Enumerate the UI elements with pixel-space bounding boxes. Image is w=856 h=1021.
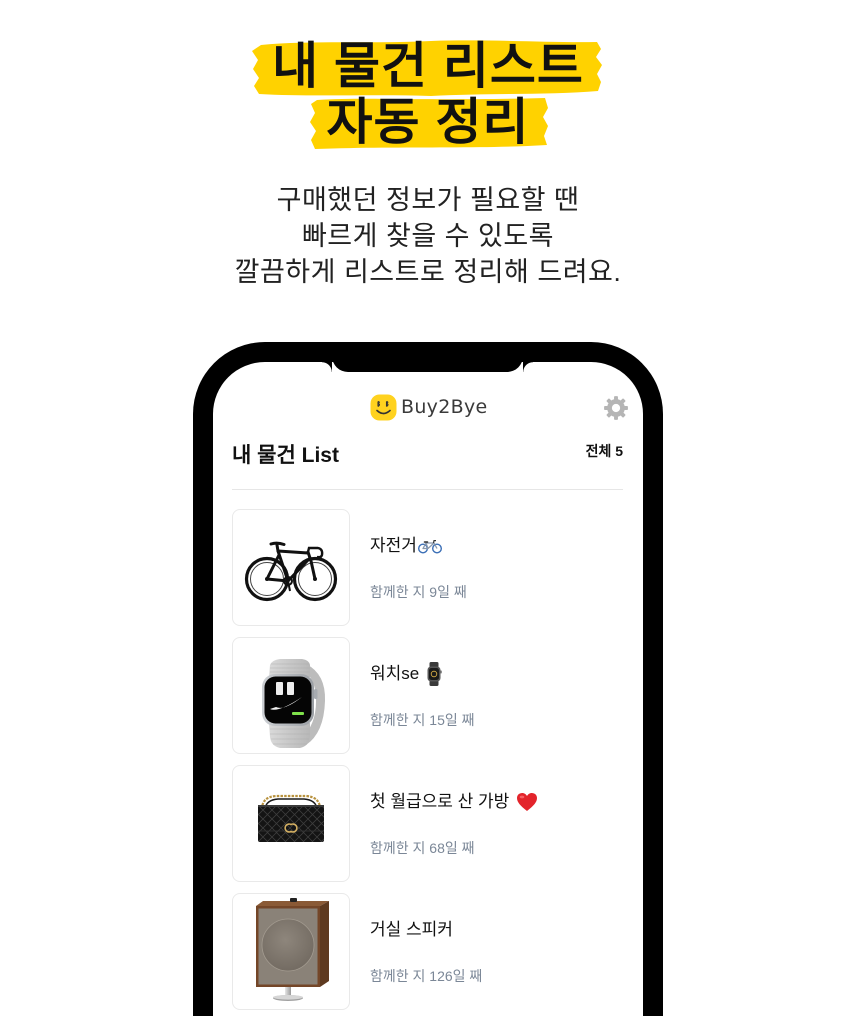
item-title: 거실 스피커 — [370, 918, 482, 942]
total-count: 전체 5 — [585, 443, 623, 459]
notch-fillet-right — [523, 362, 533, 372]
item-title-text: 자전거 — [370, 536, 417, 555]
divider — [232, 489, 623, 490]
item-info: 자전거 함께한 지 9일 째 — [370, 509, 467, 626]
red-heart-emoji-icon — [516, 792, 538, 812]
wooden-speaker-photo — [232, 893, 350, 1010]
item-title-text: 첫 월급으로 산 가방 — [370, 792, 510, 811]
item-title: 첫 월급으로 산 가방 — [370, 790, 538, 814]
notch-fillet-left — [322, 362, 332, 372]
phone-frame: Buy2Bye 내 물건 List 전체 5 자전거 함께한 지 9일 째 워치… — [193, 342, 663, 1016]
list-item[interactable]: 워치se 함께한 지 15일 째 — [232, 637, 623, 754]
item-info: 워치se 함께한 지 15일 째 — [370, 637, 475, 754]
item-owned-duration: 함께한 지 126일 째 — [370, 968, 483, 984]
item-owned-duration: 함께한 지 68일 째 — [370, 840, 475, 856]
headline-line-2: 자동 정리 — [326, 94, 530, 150]
app-logo: Buy2Bye — [370, 394, 487, 421]
quilted-handbag-photo — [232, 765, 350, 882]
smiley-logo-icon — [370, 394, 397, 421]
subtitle: 구매했던 정보가 필요할 땐 빠르게 찾을 수 있도록 깔끔하게 리스트로 정리… — [0, 182, 856, 290]
item-owned-duration: 함께한 지 15일 째 — [370, 712, 475, 728]
list-title: 내 물건 List — [232, 444, 339, 467]
brand-name: Buy2Bye — [401, 396, 488, 418]
headline-line-1: 내 물건 리스트 — [272, 38, 584, 94]
settings-button[interactable] — [603, 395, 629, 421]
smartwatch-photo — [232, 637, 350, 754]
list-item[interactable]: 자전거 함께한 지 9일 째 — [232, 509, 623, 626]
watch-emoji-icon — [426, 662, 443, 686]
item-info: 거실 스피커 함께한 지 126일 째 — [370, 893, 482, 1010]
phone-notch — [332, 342, 523, 372]
subtitle-line-3: 깔끔하게 리스트로 정리해 드려요. — [234, 257, 622, 287]
subtitle-line-1: 구매했던 정보가 필요할 땐 — [276, 185, 580, 215]
item-owned-duration: 함께한 지 9일 째 — [370, 584, 467, 600]
list-item[interactable]: 첫 월급으로 산 가방 함께한 지 68일 째 — [232, 765, 623, 882]
list-item[interactable]: 거실 스피커 함께한 지 126일 째 — [232, 893, 623, 1010]
item-title: 워치se — [370, 662, 475, 686]
item-title-text: 워치se — [370, 664, 420, 683]
gear-icon — [603, 395, 629, 421]
item-title-text: 거실 스피커 — [370, 920, 453, 939]
bicycle-photo — [232, 509, 350, 626]
subtitle-line-2: 빠르게 찾을 수 있도록 — [301, 221, 555, 251]
bicycle-emoji-icon — [417, 539, 442, 554]
item-info: 첫 월급으로 산 가방 함께한 지 68일 째 — [370, 765, 538, 882]
item-title: 자전거 — [370, 534, 467, 558]
item-list: 자전거 함께한 지 9일 째 워치se 함께한 지 15일 째 첫 월급으로 산… — [232, 509, 623, 1021]
